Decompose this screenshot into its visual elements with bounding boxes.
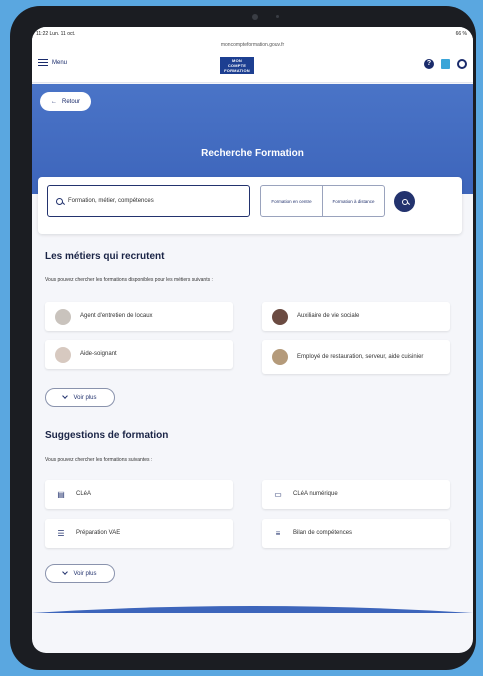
jobs-section-subtitle: Vous pouvez chercher les formations disp… <box>45 277 213 283</box>
sensor <box>276 15 279 18</box>
camera <box>252 14 258 20</box>
job-photo <box>272 308 288 325</box>
search-button[interactable] <box>394 191 415 212</box>
job-label: Auxiliaire de vie sociale <box>297 313 360 319</box>
site-header: moncompteformation.gouv.fr Menu MON COMP… <box>32 40 473 83</box>
job-label: Agent d'entretien de locaux <box>80 313 153 319</box>
suggestions-section-title: Suggestions de formation <box>45 430 169 441</box>
see-more-suggestions-button[interactable]: Voir plus <box>45 564 115 583</box>
status-bar: 11:22 Lun. 11 oct. 66 % <box>32 27 473 40</box>
search-panel: Formation, métier, compétences Formation… <box>38 177 462 234</box>
suggestions-section-subtitle: Vous pouvez chercher les formations suiv… <box>45 457 153 463</box>
list-icon: ☰ <box>57 529 65 538</box>
back-button[interactable]: ← Retour <box>40 92 92 111</box>
status-system: 66 % <box>455 31 467 37</box>
suggestion-label: CLéA numérique <box>293 491 338 497</box>
logo-line: FORMATION <box>224 68 250 73</box>
chevron-down-icon <box>62 393 69 399</box>
document-icon: ▤ <box>57 490 65 499</box>
checklist-icon: ≡ <box>275 529 281 538</box>
job-photo <box>272 349 288 365</box>
user-icon[interactable] <box>457 59 467 69</box>
status-time: 11:22 Lun. 11 oct. <box>36 31 76 37</box>
job-card[interactable]: Auxiliaire de vie sociale <box>262 302 450 331</box>
job-label: Employé de restauration, serveur, aide c… <box>297 353 424 360</box>
job-photo <box>55 308 71 325</box>
training-mode-toggle: Formation en centre Formation à distance <box>260 185 385 217</box>
menu-button[interactable]: Menu <box>38 59 67 66</box>
suggestion-label: CLéA <box>76 491 92 497</box>
suggestion-card[interactable]: ▤ CLéA <box>45 480 233 509</box>
search-icon <box>401 198 408 205</box>
job-card[interactable]: Aide-soignant <box>45 340 233 369</box>
footer-wave <box>32 606 473 613</box>
address-bar[interactable]: moncompteformation.gouv.fr <box>32 42 473 48</box>
job-label: Aide-soignant <box>80 351 117 357</box>
jobs-section-title: Les métiers qui recrutent <box>45 251 165 262</box>
suggestion-card[interactable]: ▭ CLéA numérique <box>262 480 450 509</box>
site-logo[interactable]: MON COMPTE FORMATION <box>220 57 254 74</box>
back-label: Retour <box>62 98 81 105</box>
see-more-label: Voir plus <box>73 394 97 401</box>
chevron-down-icon <box>62 569 69 575</box>
arrow-left-icon: ← <box>51 98 57 105</box>
header-actions: ? <box>424 59 467 69</box>
hamburger-icon <box>38 59 48 66</box>
footer-wave-shape <box>32 606 473 613</box>
suggestion-card[interactable]: ☰ Préparation VAE <box>45 519 233 548</box>
see-more-jobs-button[interactable]: Voir plus <box>45 388 115 407</box>
mode-option-centre[interactable]: Formation en centre <box>261 186 322 216</box>
suggestion-card[interactable]: ≡ Bilan de compétences <box>262 519 450 548</box>
mode-option-distance[interactable]: Formation à distance <box>322 186 384 216</box>
search-icon <box>56 197 63 205</box>
suggestion-label: Bilan de compétences <box>293 530 353 536</box>
monitor-icon: ▭ <box>274 490 282 499</box>
screen: 11:22 Lun. 11 oct. 66 % moncompteformati… <box>32 27 473 653</box>
search-placeholder: Formation, métier, compétences <box>68 198 154 204</box>
job-card[interactable]: Employé de restauration, serveur, aide c… <box>262 340 450 374</box>
page-title: Recherche Formation <box>201 148 304 159</box>
search-input[interactable]: Formation, métier, compétences <box>47 185 250 217</box>
job-card[interactable]: Agent d'entretien de locaux <box>45 302 233 331</box>
suggestion-label: Préparation VAE <box>76 530 121 536</box>
help-icon[interactable]: ? <box>424 59 434 69</box>
menu-label: Menu <box>52 59 68 66</box>
job-photo <box>55 346 71 363</box>
book-icon[interactable] <box>441 59 450 69</box>
see-more-label: Voir plus <box>73 570 97 577</box>
